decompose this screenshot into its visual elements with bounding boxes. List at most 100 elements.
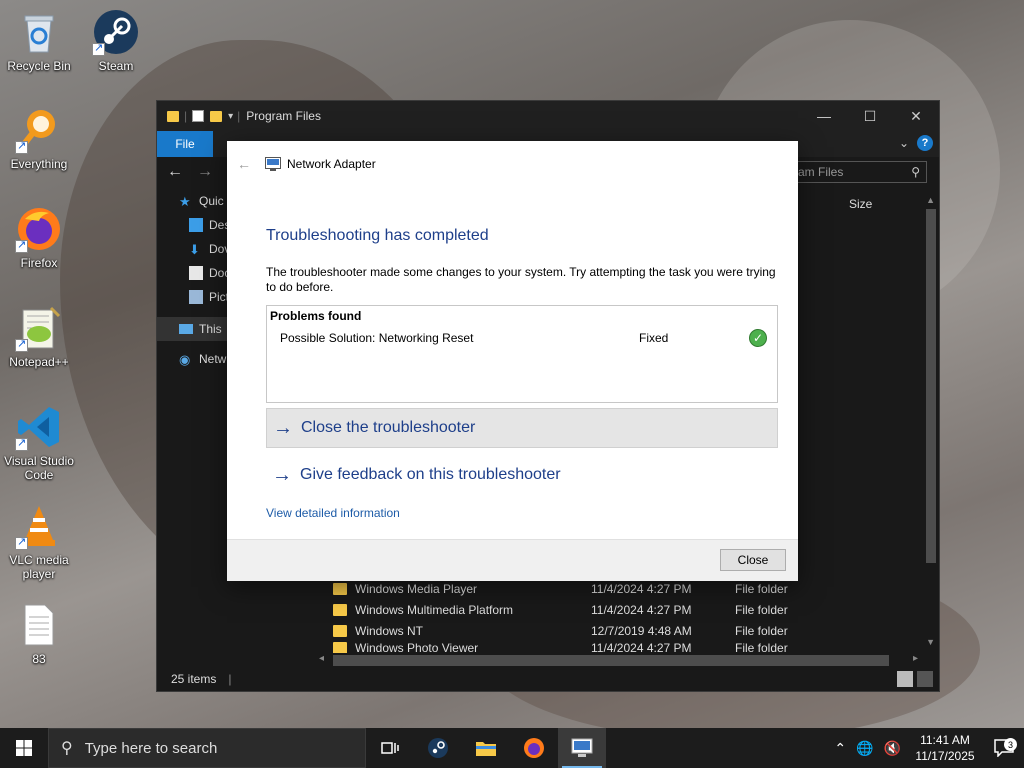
taskbar-troubleshooter[interactable]	[558, 728, 606, 768]
desktop-icon-vscode[interactable]: Visual Studio Code	[1, 403, 77, 482]
horizontal-scroll-thumb[interactable]	[333, 655, 889, 666]
desktop-icon-label: VLC media player	[9, 553, 69, 581]
desktop-icon-label: Notepad++	[9, 355, 69, 369]
search-icon: ⚲	[911, 165, 920, 179]
help-icon[interactable]: ?	[917, 135, 933, 151]
desktop-icon-label: Everything	[10, 157, 68, 171]
file-name: Windows Photo Viewer	[355, 641, 479, 653]
folder-icon	[333, 603, 347, 616]
sidebar-item-label: Netw	[199, 352, 227, 366]
desktop-icon-83[interactable]: 83	[1, 601, 77, 666]
desktop-icon-label: Visual Studio Code	[4, 454, 74, 482]
desktop-icon-everything[interactable]: Everything	[1, 106, 77, 171]
close-button[interactable]: Close	[720, 549, 786, 571]
file-date: 12/7/2019 4:48 AM	[591, 623, 692, 638]
separator: |	[184, 109, 188, 123]
quick-access-dropdown-icon[interactable]: ▾	[228, 111, 233, 122]
column-header-size[interactable]: Size	[849, 197, 872, 211]
table-row[interactable]: Windows Media Player 11/4/2024 4:27 PM F…	[333, 578, 933, 599]
vscode-icon	[15, 403, 63, 451]
new-folder-icon[interactable]	[210, 110, 223, 122]
firefox-icon	[524, 738, 544, 758]
problem-name: Possible Solution: Networking Reset	[280, 331, 474, 345]
close-troubleshooter-label: Close the troubleshooter	[301, 419, 476, 436]
desktop-icon-steam[interactable]: Steam	[78, 8, 154, 73]
back-arrow-icon[interactable]: ←	[237, 156, 251, 172]
show-hidden-icons-button[interactable]: ⌃	[829, 740, 851, 757]
scroll-right-icon[interactable]: ▸	[913, 653, 918, 664]
taskbar-search-box[interactable]: ⚲ Type here to search	[48, 728, 366, 768]
clock-date: 11/17/2025	[915, 749, 975, 763]
scroll-up-icon[interactable]: ▲	[926, 195, 935, 205]
notification-center-button[interactable]: 3	[984, 738, 1024, 757]
maximize-button[interactable]: ☐	[847, 101, 893, 131]
details-view-button[interactable]	[897, 671, 913, 687]
view-detailed-information-link[interactable]: View detailed information	[266, 506, 400, 520]
minimize-button[interactable]: —	[801, 101, 847, 131]
file-type: File folder	[735, 602, 788, 617]
table-row[interactable]: Windows Multimedia Platform 11/4/2024 4:…	[333, 599, 933, 620]
file-type: File folder	[735, 581, 788, 596]
taskbar: ⚲ Type here to search ⌃ 🌐 🔇 11:41 AM 11/…	[0, 728, 1024, 768]
taskbar-steam[interactable]	[414, 728, 462, 768]
windows-logo-icon	[16, 740, 32, 756]
desktop-icon-label: Steam	[98, 59, 134, 73]
text-file-icon	[15, 601, 63, 649]
sidebar-item-label: Pict	[209, 290, 230, 304]
sidebar-item-label: This	[199, 322, 222, 336]
desktop-icon-vlc[interactable]: VLC media player	[1, 502, 77, 581]
file-name: Windows Multimedia Platform	[355, 602, 514, 617]
shortcut-arrow-icon	[15, 535, 28, 550]
folder-icon	[333, 624, 347, 637]
shortcut-arrow-icon	[15, 436, 28, 451]
properties-icon[interactable]	[192, 110, 205, 122]
search-input[interactable]: ram Files ⚲	[787, 161, 927, 183]
expand-ribbon-icon[interactable]: ⌄	[899, 136, 909, 150]
clock-time: 11:41 AM	[920, 733, 970, 747]
back-arrow-icon[interactable]: ←	[167, 163, 183, 181]
dialog-footer: Close	[227, 539, 798, 581]
close-window-button[interactable]: ✕	[893, 101, 939, 131]
tab-file[interactable]: File	[157, 131, 213, 157]
shortcut-arrow-icon	[15, 337, 28, 352]
steam-icon	[428, 738, 448, 758]
explorer-titlebar[interactable]: | ▾ | Program Files — ☐ ✕	[157, 101, 939, 131]
dialog-heading: Troubleshooting has completed	[266, 227, 489, 244]
large-icons-view-button[interactable]	[917, 671, 933, 687]
steam-icon	[92, 8, 140, 56]
give-feedback-link[interactable]: → Give feedback on this troubleshooter	[266, 455, 778, 495]
close-troubleshooter-link[interactable]: → Close the troubleshooter	[266, 408, 778, 448]
forward-arrow-icon[interactable]: →	[197, 163, 213, 181]
dialog-title: Network Adapter	[287, 157, 376, 171]
network-icon[interactable]: 🌐	[851, 740, 878, 757]
notepad-plus-plus-icon	[15, 304, 63, 352]
desktop-icon-notepad-plus-plus[interactable]: Notepad++	[1, 304, 77, 369]
taskbar-firefox[interactable]	[510, 728, 558, 768]
dialog-header: ← Network Adapter	[227, 141, 798, 187]
table-row[interactable]: Windows Photo Viewer 11/4/2024 4:27 PM F…	[333, 641, 933, 653]
everything-icon	[15, 106, 63, 154]
problems-title: Problems found	[270, 309, 362, 323]
desktop-icon-recycle-bin[interactable]: Recycle Bin	[1, 8, 77, 73]
clock[interactable]: 11:41 AM 11/17/2025	[906, 732, 984, 764]
vertical-scroll-thumb[interactable]	[926, 209, 936, 563]
troubleshooter-dialog[interactable]: ← Network Adapter Troubleshooting has co…	[227, 141, 798, 581]
star-icon: ★	[179, 194, 191, 209]
desktop-icon-firefox[interactable]: Firefox	[1, 205, 77, 270]
problem-status: Fixed	[639, 331, 669, 345]
file-name: Windows NT	[355, 623, 424, 638]
volume-muted-icon[interactable]: 🔇	[879, 740, 906, 757]
arrow-right-icon: →	[272, 463, 292, 486]
taskbar-file-explorer[interactable]	[462, 728, 510, 768]
folder-icon	[333, 642, 347, 653]
scroll-left-icon[interactable]: ◂	[319, 653, 324, 664]
shortcut-arrow-icon	[15, 238, 28, 253]
desktop-icon	[189, 218, 203, 232]
start-button[interactable]	[0, 728, 48, 768]
table-row[interactable]: Windows NT 12/7/2019 4:48 AM File folder	[333, 620, 933, 641]
task-view-button[interactable]	[366, 728, 414, 768]
give-feedback-label: Give feedback on this troubleshooter	[300, 466, 561, 483]
sidebar-item-label: Quic	[199, 194, 224, 208]
system-tray: ⌃ 🌐 🔇 11:41 AM 11/17/2025 3	[829, 728, 1024, 768]
dialog-message: The troubleshooter made some changes to …	[266, 265, 776, 294]
